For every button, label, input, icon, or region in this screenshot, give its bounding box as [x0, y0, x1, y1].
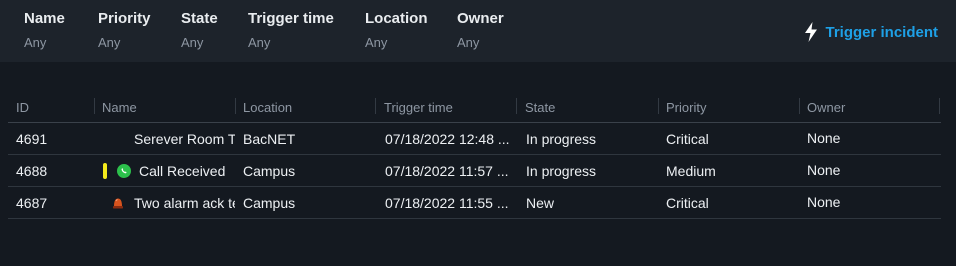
- column-header-name[interactable]: Name: [102, 100, 137, 115]
- cell-owner: None: [807, 162, 841, 178]
- cell-id: 4687: [16, 195, 48, 211]
- cell-name: Call Received: [139, 163, 226, 179]
- filter-owner[interactable]: Owner Any: [457, 10, 504, 50]
- column-header-priority[interactable]: Priority: [666, 100, 706, 115]
- filter-name[interactable]: Name Any: [24, 10, 65, 50]
- cell-trigger-time: 07/18/2022 11:57 ...: [385, 163, 509, 179]
- column-divider[interactable]: [799, 98, 800, 114]
- cell-location: BacNET: [243, 131, 296, 147]
- lightning-bolt-icon: [804, 22, 818, 42]
- filter-label: Name: [24, 10, 65, 27]
- column-divider[interactable]: [939, 98, 940, 114]
- cell-trigger-time: 07/18/2022 12:48 ...: [385, 131, 510, 147]
- cell-id: 4688: [16, 163, 48, 179]
- column-header-location[interactable]: Location: [243, 100, 292, 115]
- filter-priority[interactable]: Priority Any: [98, 10, 151, 50]
- column-divider[interactable]: [235, 98, 236, 114]
- cell-trigger-time: 07/18/2022 11:55 ...: [385, 195, 509, 211]
- column-header-id[interactable]: ID: [16, 100, 29, 115]
- whatsapp-icon: [117, 164, 131, 178]
- priority-indicator-bar: [103, 163, 107, 179]
- cell-location: Campus: [243, 163, 296, 179]
- filter-value: Any: [365, 35, 388, 50]
- trigger-incident-label: Trigger incident: [825, 23, 938, 41]
- column-header-state[interactable]: State: [525, 100, 555, 115]
- filter-label: Owner: [457, 10, 504, 27]
- cell-state: In progress: [526, 131, 597, 147]
- column-divider[interactable]: [94, 98, 95, 114]
- filter-value: Any: [98, 35, 121, 50]
- filter-trigger-time[interactable]: Trigger time Any: [248, 10, 334, 50]
- cell-id: 4691: [16, 131, 48, 147]
- filter-label: Priority: [98, 10, 151, 27]
- cell-location: Campus: [243, 195, 296, 211]
- column-divider[interactable]: [375, 98, 376, 114]
- table-row[interactable]: 4688 Call Received Campus 07/18/2022 11:…: [8, 155, 941, 187]
- cell-priority: Critical: [666, 131, 709, 147]
- cell-owner: None: [807, 194, 841, 210]
- alarm-light-icon: [111, 196, 125, 210]
- table-header: ID Name Location Trigger time State Prio…: [8, 94, 941, 123]
- cell-priority: Medium: [666, 163, 716, 179]
- cell-name: Two alarm ack test: [134, 195, 235, 211]
- filter-value: Any: [248, 35, 271, 50]
- cell-owner: None: [807, 130, 841, 146]
- table-row[interactable]: 4691 Serever Room Temperature BacNET 07/…: [8, 123, 941, 155]
- table-row[interactable]: 4687 Two alarm ack test Campus 07/18/202…: [8, 187, 941, 219]
- cell-state: New: [526, 195, 555, 211]
- filter-value: Any: [181, 35, 204, 50]
- column-divider[interactable]: [516, 98, 517, 114]
- cell-name: Serever Room Temperature: [134, 131, 235, 147]
- cell-priority: Critical: [666, 195, 709, 211]
- trigger-incident-button[interactable]: Trigger incident: [804, 20, 938, 44]
- filter-label: State: [181, 10, 218, 27]
- filter-label: Location: [365, 10, 428, 27]
- filter-value: Any: [457, 35, 480, 50]
- filter-state[interactable]: State Any: [181, 10, 218, 50]
- cell-state: In progress: [526, 163, 597, 179]
- column-divider[interactable]: [658, 98, 659, 114]
- column-header-trigger-time[interactable]: Trigger time: [384, 100, 453, 115]
- filter-label: Trigger time: [248, 10, 334, 27]
- filter-location[interactable]: Location Any: [365, 10, 428, 50]
- filter-bar: Name Any Priority Any State Any Trigger …: [0, 0, 956, 62]
- column-header-owner[interactable]: Owner: [807, 100, 845, 115]
- incidents-table: ID Name Location Trigger time State Prio…: [8, 94, 941, 219]
- filter-value: Any: [24, 35, 47, 50]
